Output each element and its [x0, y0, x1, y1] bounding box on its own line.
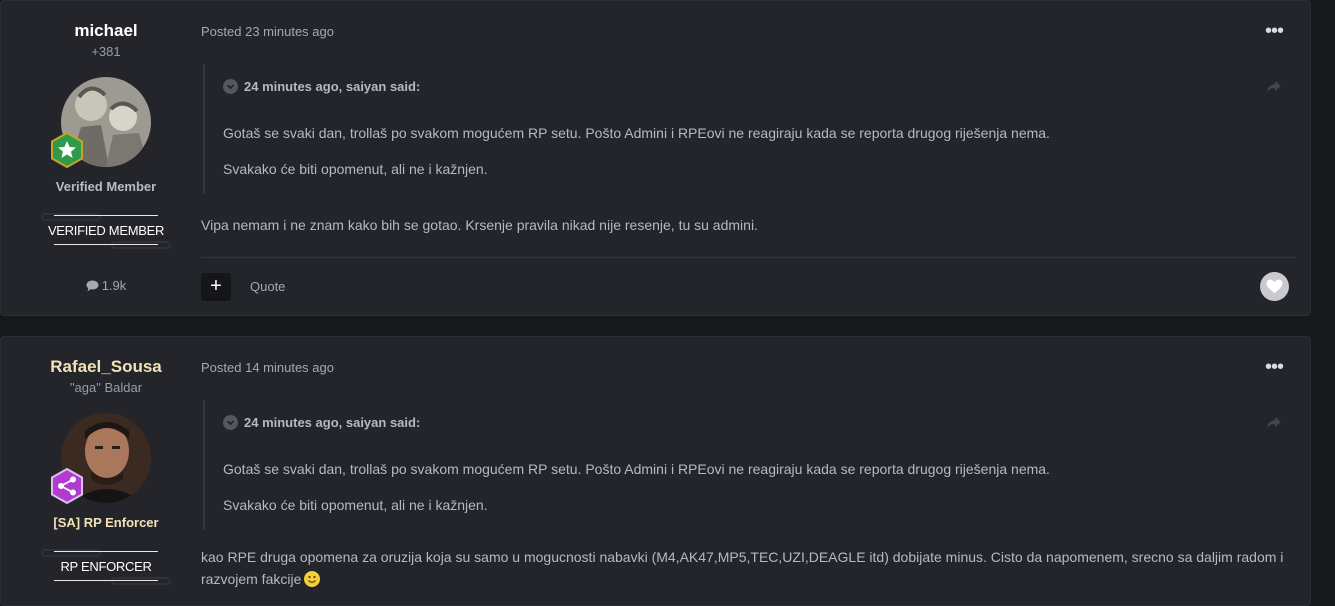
divider	[201, 257, 1296, 258]
post-body: Vipa nemam i ne znam kako bih se gotao. …	[201, 217, 758, 233]
quote-button[interactable]: Quote	[250, 279, 285, 294]
quote-text: Gotaš se svaki dan, trollaš po svakom mo…	[223, 125, 1050, 141]
quote-block: 24 minutes ago, saiyan said: Gotaš se sv…	[203, 400, 1297, 530]
post-date[interactable]: Posted 14 minutes ago	[201, 360, 334, 375]
group-title: [SA] RP Enforcer	[53, 515, 159, 530]
quote-text: Svakako će biti opomenut, ali ne i kažnj…	[223, 161, 488, 177]
more-options-icon[interactable]: •••	[1265, 21, 1285, 41]
more-options-icon[interactable]: •••	[1265, 357, 1285, 377]
quote-citation: 24 minutes ago, saiyan said:	[244, 79, 421, 94]
post-body: kao RPE druga opomena za oruzija koja su…	[201, 546, 1291, 590]
share-nodes-icon	[49, 467, 85, 505]
chevron-down-icon[interactable]	[223, 79, 238, 94]
share-arrow-icon[interactable]	[1267, 416, 1281, 432]
quote-header[interactable]: 24 minutes ago, saiyan said:	[223, 79, 420, 94]
multiquote-add-button[interactable]: +	[201, 273, 231, 301]
group-title: Verified Member	[55, 179, 157, 194]
comment-icon	[86, 280, 99, 295]
author-name[interactable]: michael	[1, 21, 211, 41]
post-count-value: 1.9k	[101, 278, 127, 293]
share-arrow-icon[interactable]	[1267, 80, 1281, 96]
group-badge: RP ENFORCER	[41, 547, 171, 587]
heart-icon	[1266, 279, 1283, 293]
post-date[interactable]: Posted 23 minutes ago	[201, 24, 334, 39]
chevron-down-icon[interactable]	[223, 415, 238, 430]
author-subtitle: +381	[91, 44, 121, 59]
forum-post: michael +381 Verified Member VERIFIED ME…	[0, 0, 1311, 316]
group-badge-label: RP ENFORCER	[60, 559, 152, 574]
smile-emoji-icon	[304, 571, 321, 587]
quote-block: 24 minutes ago, saiyan said: Gotaš se sv…	[203, 64, 1297, 194]
quote-text: Gotaš se svaki dan, trollaš po svakom mo…	[223, 461, 1050, 477]
post-count: 1.9k	[1, 278, 211, 295]
forum-post: Rafael_Sousa "aga" Baldar [SA] RP Enforc…	[0, 336, 1311, 606]
quote-text: Svakako će biti opomenut, ali ne i kažnj…	[223, 497, 488, 513]
post-body-text: kao RPE druga opomena za oruzija koja su…	[201, 549, 1284, 587]
quote-citation: 24 minutes ago, saiyan said:	[244, 415, 421, 430]
quote-header[interactable]: 24 minutes ago, saiyan said:	[223, 415, 420, 430]
like-button[interactable]	[1260, 272, 1289, 301]
group-badge-label: VERIFIED MEMBER	[47, 223, 165, 238]
star-icon	[49, 131, 85, 169]
author-name[interactable]: Rafael_Sousa	[1, 357, 211, 377]
group-badge: VERIFIED MEMBER	[41, 211, 171, 251]
author-subtitle: "aga" Baldar	[69, 380, 143, 395]
